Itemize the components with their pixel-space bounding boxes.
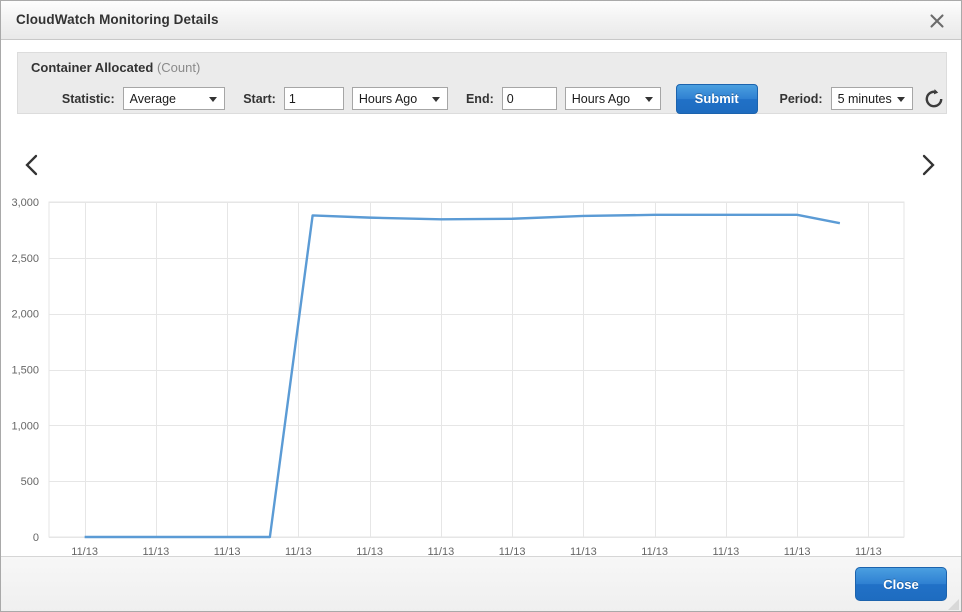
start-unit-select[interactable]: Hours Ago: [352, 87, 448, 110]
svg-text:0: 0: [33, 532, 39, 544]
statistic-label: Statistic:: [62, 92, 115, 106]
svg-text:2,000: 2,000: [11, 309, 39, 321]
chevron-left-icon[interactable]: [15, 148, 49, 182]
chevron-down-icon: [645, 97, 653, 102]
dialog-footer: Close: [1, 557, 961, 612]
dialog-content: Container Allocated (Count) Statistic: A…: [1, 40, 961, 557]
resize-grip[interactable]: [946, 597, 960, 611]
cloudwatch-monitoring-dialog: CloudWatch Monitoring Details Container …: [0, 0, 962, 612]
close-icon[interactable]: [924, 8, 950, 34]
chevron-down-icon: [897, 97, 905, 102]
svg-text:3,000: 3,000: [11, 197, 39, 209]
period-value: 5 minutes: [832, 92, 892, 106]
submit-button[interactable]: Submit: [676, 84, 758, 114]
statistic-select[interactable]: Average: [123, 87, 226, 110]
period-select[interactable]: 5 minutes: [831, 87, 913, 110]
start-unit-value: Hours Ago: [353, 92, 417, 106]
metric-controls-panel: Container Allocated (Count) Statistic: A…: [17, 52, 947, 114]
metric-chart: 05001,0001,5002,0002,5003,00011/1320:201…: [1, 190, 962, 590]
end-unit-value: Hours Ago: [566, 92, 630, 106]
chevron-right-icon[interactable]: [911, 148, 945, 182]
statistic-value: Average: [124, 92, 176, 106]
metric-heading: Container Allocated (Count): [31, 60, 200, 75]
svg-text:500: 500: [21, 476, 39, 488]
chart-canvas: 05001,0001,5002,0002,5003,00011/1320:201…: [1, 190, 962, 590]
metric-name: Container Allocated: [31, 60, 153, 75]
close-button[interactable]: Close: [855, 567, 947, 601]
refresh-icon[interactable]: [922, 86, 946, 112]
svg-text:1,500: 1,500: [11, 365, 39, 377]
chevron-down-icon: [209, 97, 217, 102]
svg-text:1,000: 1,000: [11, 420, 39, 432]
end-input[interactable]: [502, 87, 557, 110]
controls-row: Statistic: Average Start: Hours Ago End:…: [18, 82, 946, 115]
chevron-down-icon: [432, 97, 440, 102]
svg-text:2,500: 2,500: [11, 253, 39, 265]
start-input[interactable]: [284, 87, 344, 110]
dialog-title: CloudWatch Monitoring Details: [16, 12, 219, 27]
metric-unit: (Count): [157, 60, 200, 75]
end-label: End:: [466, 92, 494, 106]
end-unit-select[interactable]: Hours Ago: [565, 87, 661, 110]
period-label: Period:: [780, 92, 823, 106]
start-label: Start:: [243, 92, 276, 106]
dialog-titlebar: CloudWatch Monitoring Details: [1, 1, 961, 40]
